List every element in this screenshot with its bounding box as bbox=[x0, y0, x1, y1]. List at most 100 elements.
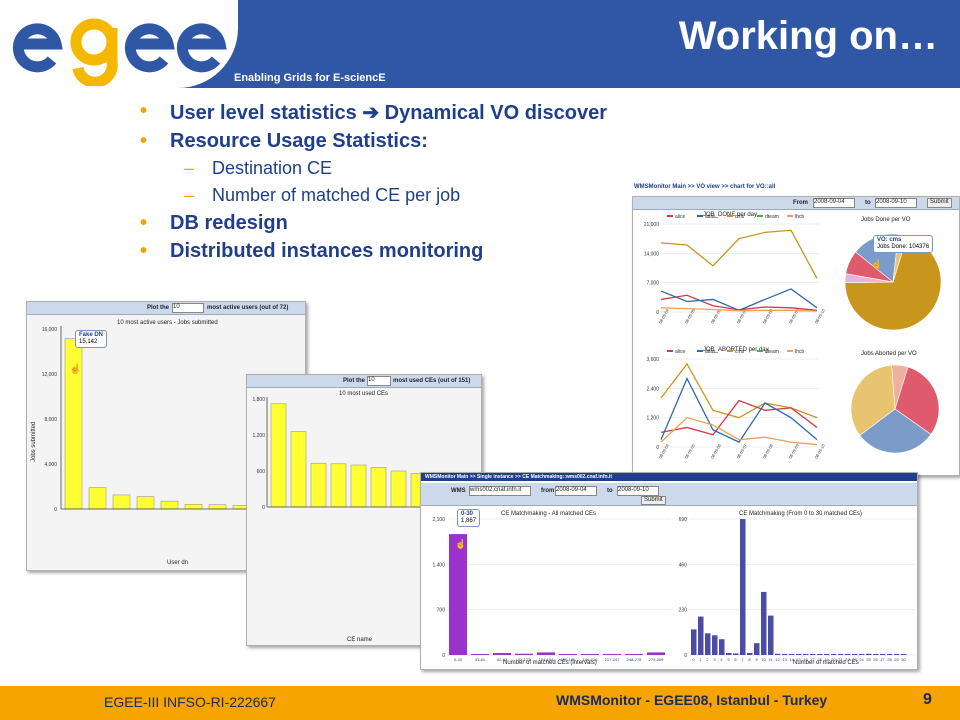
bar bbox=[838, 654, 844, 655]
bar bbox=[559, 654, 577, 655]
x-tick-label: 2 bbox=[706, 657, 709, 662]
plot-count-input[interactable]: 10 bbox=[367, 376, 391, 386]
legend-label: lhcb bbox=[795, 349, 804, 355]
bar bbox=[515, 653, 533, 655]
x-axis-label-2: Number of matched CEs bbox=[793, 660, 859, 666]
bar bbox=[625, 654, 643, 655]
bullet-db-redesign: DB redesign bbox=[140, 212, 607, 235]
x-tick-label: 7 bbox=[741, 657, 744, 662]
x-tick-label: 08-09-08 bbox=[762, 442, 775, 459]
footer-project-id: EGEE-III INFSO-RI-222667 bbox=[104, 694, 276, 710]
egee-logo bbox=[12, 18, 227, 86]
x-tick-label: 27 bbox=[880, 657, 885, 662]
bar bbox=[350, 464, 367, 508]
legend-label: dteam bbox=[765, 214, 779, 220]
bullet-user-stats: User level statistics ➔ Dynamical VO dis… bbox=[140, 100, 607, 125]
matchmaking-tooltip: 0-30 1,867 bbox=[457, 509, 481, 527]
y-tick-label: 460 bbox=[679, 562, 688, 568]
x-tick-label: 0-30 bbox=[454, 657, 463, 662]
bar bbox=[789, 654, 795, 655]
hand-cursor-icon: ☝ bbox=[69, 364, 82, 375]
bar bbox=[603, 654, 621, 655]
y-tick-label: 1,200 bbox=[252, 433, 265, 439]
users-tooltip: Fake DN 15,142 bbox=[75, 330, 108, 348]
legend-label: alice bbox=[675, 349, 686, 355]
y-tick-label: 0 bbox=[684, 653, 687, 659]
tooltip-range: 0-30 bbox=[461, 511, 474, 517]
series-line-cms bbox=[660, 229, 818, 279]
bar bbox=[782, 654, 788, 655]
x-tick-label: 08-09-06 bbox=[710, 442, 723, 459]
x-tick-label: 8 bbox=[748, 657, 751, 662]
bar bbox=[873, 654, 879, 655]
y-tick-label: 0 bbox=[656, 445, 659, 451]
legend-label: dteam bbox=[765, 349, 779, 355]
series-line-atlas bbox=[660, 288, 818, 312]
bar bbox=[726, 653, 732, 655]
hand-cursor-icon: ☝ bbox=[871, 259, 883, 269]
legend-label: alice bbox=[675, 214, 686, 220]
legend-label: cms bbox=[735, 349, 745, 355]
bar bbox=[112, 494, 131, 510]
bar bbox=[810, 654, 816, 655]
y-tick-label: 14,000 bbox=[644, 251, 660, 257]
bar bbox=[866, 653, 872, 655]
x-tick-label: 29 bbox=[894, 657, 899, 662]
x-axis-label-1: Number of matched CEs (intervals) bbox=[503, 660, 597, 666]
x-tick-label: 28 bbox=[887, 657, 892, 662]
hand-cursor-icon: ☝ bbox=[455, 539, 467, 549]
y-tick-label: 0 bbox=[656, 310, 659, 316]
bullet-resource-usage: Resource Usage Statistics: bbox=[140, 130, 607, 153]
bar bbox=[831, 654, 837, 655]
bar bbox=[647, 652, 665, 655]
x-tick-label: 5 bbox=[727, 657, 730, 662]
x-tick-label: 279-309 bbox=[649, 657, 664, 662]
y-tick-label: 4,000 bbox=[44, 462, 57, 468]
x-tick-label: 08-09-04 bbox=[658, 442, 671, 459]
bar bbox=[290, 431, 307, 508]
vo-breadcrumb: WMSMonitor Main >> VO view >> chart for … bbox=[634, 184, 776, 190]
bar bbox=[705, 633, 711, 655]
y-tick-label: 700 bbox=[437, 608, 446, 614]
y-axis-label: Jobs submitted bbox=[31, 421, 37, 462]
x-axis-label: User dn bbox=[167, 560, 189, 566]
x-tick-label: 13 bbox=[782, 657, 787, 662]
y-tick-label: 1,200 bbox=[646, 416, 659, 422]
x-tick-label: 6 bbox=[734, 657, 737, 662]
x-tick-label: 11 bbox=[768, 657, 773, 662]
bar bbox=[740, 519, 746, 655]
bar bbox=[845, 654, 851, 655]
subbullet-destination-ce: Destination CE bbox=[184, 158, 607, 179]
y-tick-label: 690 bbox=[679, 517, 688, 523]
x-tick-label: 24 bbox=[859, 657, 864, 662]
page-number: 9 bbox=[923, 691, 932, 708]
tooltip-value: Jobs Done: 104376 bbox=[877, 244, 930, 250]
screenshot-ce-matchmaking: WMSMonitor Main >> Single instance >> CE… bbox=[420, 472, 918, 670]
bar bbox=[824, 654, 830, 655]
x-tick-label: 31-61 bbox=[475, 657, 486, 662]
bar bbox=[894, 654, 900, 655]
x-tick-label: 26 bbox=[873, 657, 878, 662]
plot-count-input[interactable]: 10 bbox=[172, 303, 204, 313]
pie-tooltip: VO: cms Jobs Done: 104376 bbox=[873, 235, 934, 253]
bar bbox=[270, 403, 287, 508]
logo-area bbox=[0, 0, 238, 88]
bar bbox=[775, 653, 781, 655]
x-tick-label: 08-09-09 bbox=[788, 442, 801, 459]
screenshot-vo-view: From 2008-09-04 to 2008-09-10 Submit JOB… bbox=[632, 196, 960, 476]
bar bbox=[712, 635, 718, 655]
tooltip-vo: VO: cms bbox=[877, 237, 902, 243]
bar bbox=[817, 654, 823, 655]
y-tick-label: 0 bbox=[54, 507, 57, 513]
y-tick-label: 2,400 bbox=[646, 386, 659, 392]
bar bbox=[803, 654, 809, 655]
series-line-lhcb bbox=[660, 416, 818, 446]
y-tick-label: 7,000 bbox=[646, 281, 659, 287]
bar bbox=[761, 591, 767, 655]
bar bbox=[330, 463, 347, 508]
legend-label: lhcb bbox=[795, 214, 804, 220]
footer-bar: EGEE-III INFSO-RI-222667 WMSMonitor - EG… bbox=[0, 686, 960, 720]
x-tick-label: 3 bbox=[713, 657, 716, 662]
bar bbox=[796, 654, 802, 655]
x-tick-label: 12 bbox=[775, 657, 780, 662]
